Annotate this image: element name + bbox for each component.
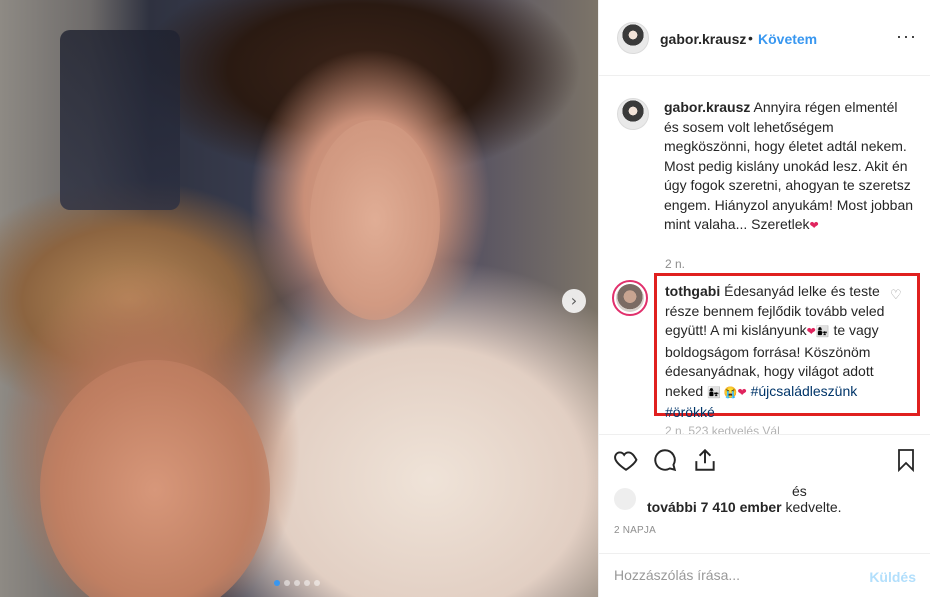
carousel-dot — [284, 580, 290, 586]
comment-input[interactable] — [614, 567, 854, 583]
likes-suffix: kedvelte. — [785, 499, 842, 515]
red-heart-icon: ❤ — [809, 220, 819, 232]
likes-count[interactable]: további 7 410 ember — [647, 499, 782, 515]
heart-family-emoji: ❤👩‍👧 — [806, 326, 830, 338]
caption-author-avatar[interactable] — [617, 98, 649, 130]
photo-child-face — [40, 360, 270, 597]
author-avatar[interactable] — [617, 22, 649, 54]
likes-summary: további 7 410 ember kedvelte. — [614, 499, 842, 515]
comment-like-heart-icon[interactable]: ♡ — [890, 288, 902, 303]
separator-dot: • — [748, 30, 753, 46]
carousel-dot — [314, 580, 320, 586]
comment-meta-row[interactable]: 2 n. 523 kedvelés Vál — [665, 424, 825, 434]
carousel-indicator — [274, 580, 320, 586]
commenter-avatar[interactable] — [612, 280, 648, 316]
more-options-icon[interactable]: ··· — [896, 26, 917, 47]
share-icon[interactable] — [692, 447, 718, 473]
post-date[interactable]: 2 NAPJA — [614, 525, 656, 536]
family-crying-heart-emoji: 👩‍👧 😭❤ — [707, 386, 747, 399]
carousel-dot — [304, 580, 310, 586]
likes-and-text: és — [792, 483, 807, 499]
comment-icon[interactable] — [652, 447, 678, 473]
carousel-dot — [274, 580, 280, 586]
author-username[interactable]: gabor.krausz — [660, 31, 746, 47]
caption-author-username[interactable]: gabor.krausz — [664, 99, 750, 115]
bookmark-icon[interactable] — [894, 447, 918, 473]
caption-body: Annyira régen elmentél és sosem volt leh… — [664, 99, 914, 232]
carousel-dot — [294, 580, 300, 586]
heart-icon[interactable] — [613, 447, 639, 473]
comment-form: Küldés — [598, 553, 930, 597]
commenter-username[interactable]: tothgabi — [665, 283, 720, 299]
caption-text: gabor.krausz Annyira régen elmentél és s… — [664, 98, 914, 237]
comment-text: tothgabi Édesanyád lelke és teste része … — [665, 282, 887, 423]
post-photo[interactable]: › — [0, 0, 598, 597]
action-bar — [598, 434, 930, 484]
follow-button[interactable]: Követem — [758, 31, 817, 47]
photo-woman-face — [310, 120, 440, 320]
chevron-right-icon[interactable]: › — [562, 289, 586, 313]
photo-background-tv — [60, 30, 180, 210]
caption-timestamp[interactable]: 2 n. — [665, 257, 685, 271]
post-header: gabor.krausz • Követem ··· — [599, 0, 930, 76]
post-comment-button[interactable]: Küldés — [869, 569, 916, 585]
